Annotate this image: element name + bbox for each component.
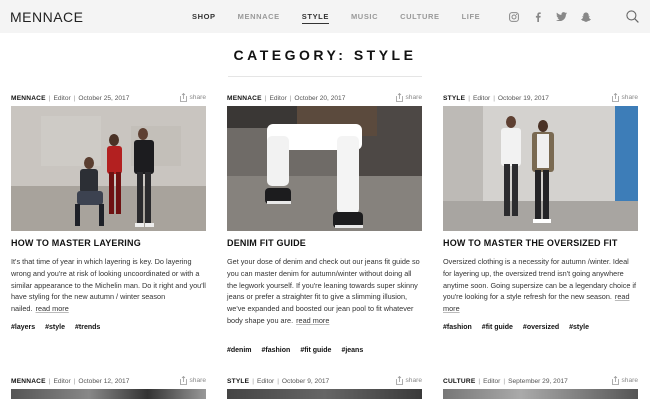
site-header: MENNACE SHOP MENNACE STYLE MUSIC CULTURE… — [0, 0, 650, 33]
post-category[interactable]: STYLE — [443, 95, 465, 102]
share-icon — [179, 376, 187, 385]
instagram-icon[interactable] — [508, 11, 519, 22]
tag-link[interactable]: #style — [569, 324, 589, 331]
share-label: share — [621, 377, 639, 384]
nav-item-style[interactable]: STYLE — [301, 0, 330, 33]
post-category[interactable]: MENNACE — [11, 378, 46, 385]
excerpt-text: Oversized clothing is a necessity for au… — [443, 257, 637, 302]
snapchat-icon[interactable] — [580, 11, 591, 22]
post-date: October 19, 2017 — [497, 94, 549, 102]
share-label: share — [189, 94, 207, 101]
post-meta: MENNACE | Editor | October 12, 2017 — [11, 377, 130, 385]
tag-link[interactable]: #style — [45, 324, 65, 331]
share-button[interactable]: share — [179, 376, 207, 385]
share-icon — [179, 93, 187, 102]
facebook-icon[interactable] — [532, 11, 543, 22]
post-image[interactable] — [227, 106, 422, 231]
post-meta: STYLE | Editor | October 19, 2017 — [443, 94, 549, 102]
post-date: September 29, 2017 — [508, 377, 568, 385]
post-date: October 20, 2017 — [294, 94, 346, 102]
post-title[interactable]: HOW TO MASTER THE OVERSIZED FIT — [443, 238, 618, 248]
post-meta: STYLE | Editor | October 9, 2017 — [227, 377, 330, 385]
post-date: October 9, 2017 — [281, 377, 330, 385]
post-author[interactable]: Editor — [269, 95, 286, 102]
share-icon — [395, 93, 403, 102]
post-tags: #denim #fashion #fit guide #jeans — [227, 347, 373, 354]
post-date: October 12, 2017 — [78, 377, 130, 385]
post-card: MENNACE | Editor | October 25, 2017 shar… — [11, 93, 206, 343]
tag-link[interactable]: #trends — [75, 324, 100, 331]
tag-link[interactable]: #fashion — [443, 324, 472, 331]
post-card: MENNACE | Editor | October 12, 2017 shar… — [11, 376, 206, 400]
share-label: share — [405, 94, 423, 101]
post-card: STYLE | Editor | October 9, 2017 share — [227, 376, 422, 400]
post-category[interactable]: STYLE — [227, 378, 249, 385]
post-author[interactable]: Editor — [483, 378, 500, 385]
nav-item-mennace[interactable]: MENNACE — [238, 0, 280, 33]
search-icon[interactable] — [626, 10, 639, 23]
tag-link[interactable]: #denim — [227, 347, 252, 354]
share-icon — [611, 376, 619, 385]
share-button[interactable]: share — [179, 93, 207, 102]
post-date: October 25, 2017 — [78, 94, 130, 102]
post-excerpt: It's that time of year in which layering… — [11, 256, 206, 315]
nav-item-life[interactable]: LIFE — [462, 0, 481, 33]
main-nav: SHOP MENNACE STYLE MUSIC CULTURE LIFE — [192, 0, 502, 33]
post-category[interactable]: MENNACE — [227, 95, 262, 102]
share-button[interactable]: share — [611, 376, 639, 385]
share-label: share — [621, 94, 639, 101]
post-card: CULTURE | Editor | September 29, 2017 sh… — [443, 376, 638, 400]
post-author[interactable]: Editor — [53, 378, 70, 385]
post-image[interactable] — [227, 389, 422, 399]
post-meta: MENNACE | Editor | October 20, 2017 — [227, 94, 346, 102]
post-category[interactable]: MENNACE — [11, 95, 46, 102]
post-meta: MENNACE | Editor | October 25, 2017 — [11, 94, 130, 102]
tag-link[interactable]: #fit guide — [300, 347, 331, 354]
post-image[interactable] — [443, 106, 638, 231]
post-author[interactable]: Editor — [257, 378, 274, 385]
nav-item-culture[interactable]: CULTURE — [400, 0, 439, 33]
read-more-link[interactable]: read more — [296, 316, 329, 325]
title-divider — [228, 76, 422, 77]
share-icon — [395, 376, 403, 385]
post-tags: #fashion #fit guide #oversized #style — [443, 324, 599, 331]
post-title[interactable]: HOW TO MASTER LAYERING — [11, 238, 141, 248]
post-tags: #layers #style #trends — [11, 324, 110, 331]
post-image[interactable] — [443, 389, 638, 399]
site-logo[interactable]: MENNACE — [10, 9, 84, 25]
social-links — [508, 0, 604, 33]
share-button[interactable]: share — [611, 93, 639, 102]
share-label: share — [405, 377, 423, 384]
post-card: MENNACE | Editor | October 20, 2017 shar… — [227, 93, 422, 358]
post-card: STYLE | Editor | October 19, 2017 share … — [443, 93, 638, 343]
nav-item-music[interactable]: MUSIC — [351, 0, 378, 33]
share-button[interactable]: share — [395, 376, 423, 385]
tag-link[interactable]: #oversized — [523, 324, 559, 331]
tag-link[interactable]: #fashion — [262, 347, 291, 354]
post-author[interactable]: Editor — [53, 95, 70, 102]
page-title: CATEGORY: STYLE — [233, 47, 417, 63]
tag-link[interactable]: #jeans — [341, 347, 363, 354]
post-excerpt: Oversized clothing is a necessity for au… — [443, 256, 638, 315]
read-more-link[interactable]: read more — [36, 304, 69, 313]
share-icon — [611, 93, 619, 102]
share-label: share — [189, 377, 207, 384]
post-title[interactable]: DENIM FIT GUIDE — [227, 238, 306, 248]
post-image[interactable] — [11, 106, 206, 231]
twitter-icon[interactable] — [556, 11, 567, 22]
post-excerpt: Get your dose of denim and check out our… — [227, 256, 422, 327]
post-image[interactable] — [11, 389, 206, 399]
tag-link[interactable]: #layers — [11, 324, 35, 331]
tag-link[interactable]: #fit guide — [482, 324, 513, 331]
excerpt-text: Get your dose of denim and check out our… — [227, 257, 420, 325]
share-button[interactable]: share — [395, 93, 423, 102]
nav-item-shop[interactable]: SHOP — [192, 0, 216, 33]
post-category[interactable]: CULTURE — [443, 378, 475, 385]
post-meta: CULTURE | Editor | September 29, 2017 — [443, 377, 568, 385]
post-author[interactable]: Editor — [473, 95, 490, 102]
